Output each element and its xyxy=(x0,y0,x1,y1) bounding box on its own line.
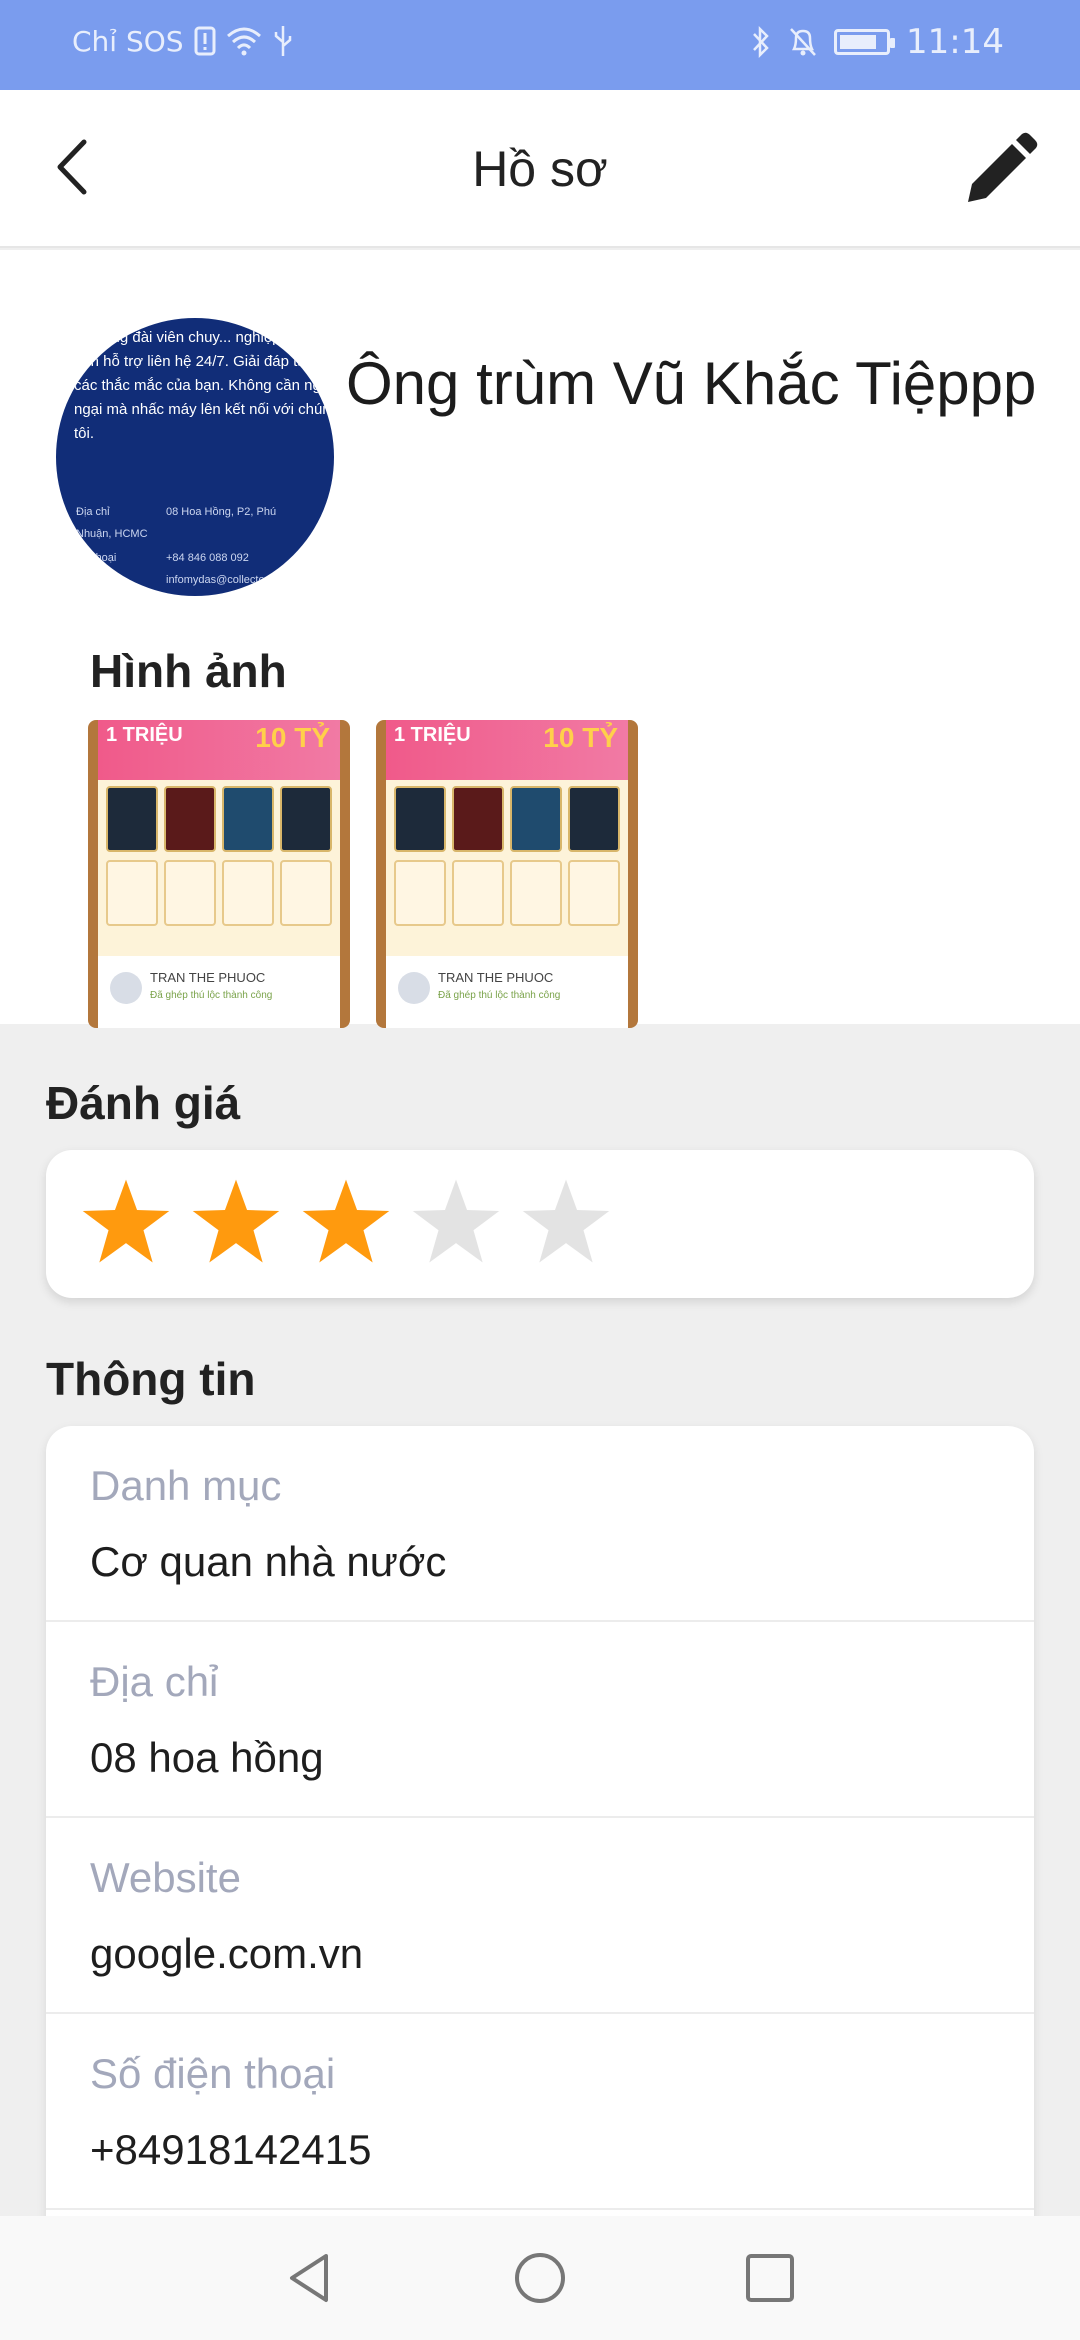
footer-name: TRAN THE PHUOC xyxy=(438,970,554,985)
footer-sub: Đã ghép thú lộc thành công xyxy=(150,990,273,1001)
card-row xyxy=(394,786,620,852)
avatar-phone-key: Số thoại xyxy=(76,552,117,564)
info-row-website: Website google.com.vn xyxy=(46,1818,1034,2014)
info-key: Số điện thoại xyxy=(90,2050,336,2097)
info-key: Danh mục xyxy=(90,1462,282,1509)
star-empty-icon[interactable] xyxy=(520,1176,612,1268)
footer-avatar xyxy=(398,972,430,1004)
square-recent-icon[interactable] xyxy=(738,2246,802,2310)
banner-left-text: 1 TRIỆU xyxy=(106,724,183,746)
avatar-email-val: infomydas@collecte... xyxy=(166,574,274,586)
info-row-phone: Số điện thoại +84918142415 xyxy=(46,2014,1034,2210)
wifi-icon xyxy=(226,27,261,56)
avatar-addr-key: Địa chỉ xyxy=(76,506,110,518)
page-title: Hồ sơ xyxy=(472,141,608,197)
info-value[interactable]: google.com.vn xyxy=(90,1930,363,1978)
info-row-address: Địa chỉ 08 hoa hồng xyxy=(46,1622,1034,1818)
banner-right-text: 10 TỶ xyxy=(255,722,330,753)
avatar-addr-val2: Nhuận, HCMC xyxy=(76,528,148,540)
card-row xyxy=(106,786,332,852)
rating-card xyxy=(46,1150,1034,1298)
star-rating[interactable] xyxy=(80,1176,612,1268)
star-filled-icon[interactable] xyxy=(190,1176,282,1268)
triangle-back-icon[interactable] xyxy=(278,2246,342,2310)
photo-thumbnail[interactable]: 1 TRIỆU 10 TỶ TRAN THE PHUOC Đã ghép thú… xyxy=(88,720,350,1028)
usb-icon xyxy=(274,26,291,56)
banner-left-text: 1 TRIỆU xyxy=(394,724,471,746)
avatar-phone-val: +84 846 088 092 xyxy=(166,552,249,564)
bluetooth-icon xyxy=(753,25,769,59)
info-key: Địa chỉ xyxy=(90,1658,219,1705)
photos-label: Hình ảnh xyxy=(90,645,287,697)
photo-footer: TRAN THE PHUOC Đã ghép thú lộc thành côn… xyxy=(98,956,340,1028)
photo-footer: TRAN THE PHUOC Đã ghép thú lộc thành côn… xyxy=(386,956,628,1028)
card-row xyxy=(106,860,332,926)
banner-right-text: 10 TỶ xyxy=(543,722,618,753)
app-bar: Hồ sơ xyxy=(0,90,1080,248)
photo-banner: 1 TRIỆU 10 TỶ xyxy=(386,720,628,780)
status-bar: Chỉ SOS 11:14 xyxy=(0,0,1080,90)
avatar-body-text: ...g tổng đài viên chuy... nghiệp, nhiệt… xyxy=(74,329,334,442)
info-value: Cơ quan nhà nước xyxy=(90,1538,447,1585)
card-row xyxy=(394,860,620,926)
system-nav-bar xyxy=(0,2216,1080,2340)
carrier-text: Chỉ SOS xyxy=(72,24,184,58)
photo-thumbnail[interactable]: 1 TRIỆU 10 TỶ TRAN THE PHUOC Đã ghép thú… xyxy=(376,720,638,1028)
footer-sub: Đã ghép thú lộc thành công xyxy=(438,990,561,1001)
bell-off-icon xyxy=(790,28,816,56)
clock-text: 11:14 xyxy=(906,22,1004,62)
star-filled-icon[interactable] xyxy=(300,1176,392,1268)
star-filled-icon[interactable] xyxy=(80,1176,172,1268)
photo-banner: 1 TRIỆU 10 TỶ xyxy=(98,720,340,780)
info-card: Danh mục Cơ quan nhà nước Địa chỉ 08 hoa… xyxy=(46,1426,1034,2326)
pencil-icon[interactable] xyxy=(954,126,1044,216)
rating-label: Đánh giá xyxy=(46,1077,241,1129)
avatar-addr-val: 08 Hoa Hồng, P2, Phú xyxy=(166,506,277,518)
avatar[interactable]: ...g tổng đài viên chuy... nghiệp, nhiệt… xyxy=(56,318,334,596)
footer-name: TRAN THE PHUOC xyxy=(150,970,266,985)
info-row-category: Danh mục Cơ quan nhà nước xyxy=(46,1426,1034,1622)
info-key: Website xyxy=(90,1854,241,1901)
profile-name: Ông trùm Vũ Khắc Tiệppp xyxy=(346,350,1037,417)
status-left: Chỉ SOS xyxy=(72,24,294,58)
info-label: Thông tin xyxy=(46,1353,256,1405)
info-value[interactable]: +84918142415 xyxy=(90,2126,371,2174)
status-right: 11:14 xyxy=(750,22,1004,62)
star-empty-icon[interactable] xyxy=(410,1176,502,1268)
info-value: 08 hoa hồng xyxy=(90,1734,324,1781)
circle-home-icon[interactable] xyxy=(508,2246,572,2310)
footer-avatar xyxy=(110,972,142,1004)
battery-icon xyxy=(834,29,896,55)
alert-icon xyxy=(194,26,216,56)
profile-section: ...g tổng đài viên chuy... nghiệp, nhiệt… xyxy=(0,250,1080,1028)
